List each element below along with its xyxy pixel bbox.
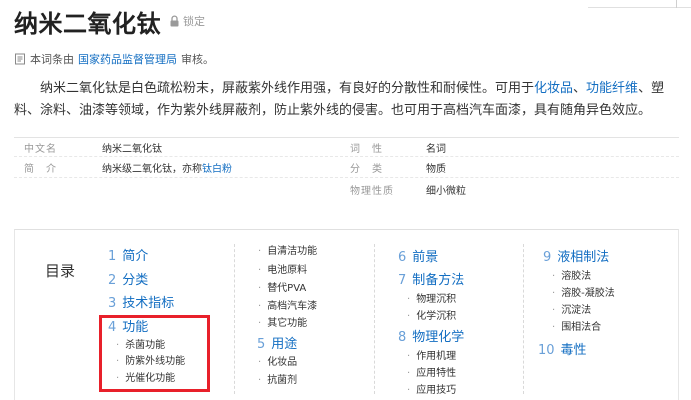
toc-sub-label: 化学沉积 bbox=[416, 311, 457, 322]
toc-sub-label: 溶胶法 bbox=[561, 271, 592, 282]
toc-subitem[interactable]: · 化妆品 bbox=[258, 353, 297, 368]
toc-subitem[interactable]: · 高档汽车漆 bbox=[258, 297, 317, 312]
info-row-physical-property: 物理性质 细小微粒 bbox=[340, 179, 466, 199]
toc-subitem[interactable]: · 化学沉积 bbox=[407, 307, 456, 322]
toc-subitem[interactable]: · 围相法合 bbox=[552, 318, 601, 333]
toc-num: 2 bbox=[108, 273, 117, 288]
summary-link-cosmetics[interactable]: 化妆品 bbox=[534, 81, 573, 96]
toc-sub-label: 高档汽车漆 bbox=[267, 301, 318, 312]
lemma-summary: 纳米二氧化钛是白色疏松粉末，屏蔽紫外线作用强，有良好的分散性和耐候性。可用于化妆… bbox=[14, 78, 679, 122]
toc-num: 3 bbox=[108, 296, 117, 311]
top-divider-tick bbox=[676, 0, 677, 8]
summary-sep: 、 bbox=[573, 81, 587, 96]
toc-subitem[interactable]: · 抗菌剂 bbox=[258, 371, 297, 386]
toc-sub-label: 应用技巧 bbox=[416, 385, 457, 396]
toc-num: 10 bbox=[538, 343, 555, 358]
basic-info-table: 中文名 纳米二氧化钛 简 介 纳米级二氧化钛，亦称 钛白粉 词 性 名词 分 类… bbox=[14, 137, 679, 197]
toc-num: 8 bbox=[398, 330, 407, 345]
toc-subitem[interactable]: · 溶胶-凝胶法 bbox=[552, 284, 615, 299]
toc-sub-label: 替代PVA bbox=[267, 283, 307, 294]
review-notice: 本词条由 国家药品监督管理局 审核。 bbox=[14, 51, 214, 67]
info-name: 词 性 bbox=[350, 143, 383, 155]
toc-label: 制备方法 bbox=[412, 273, 465, 288]
info-row-chinese-name: 中文名 纳米二氧化钛 bbox=[14, 137, 162, 157]
toc-sub-label: 沉淀法 bbox=[561, 305, 592, 316]
toc-item-10[interactable]: 10 毒性 bbox=[538, 339, 587, 358]
info-name: 物理性质 bbox=[350, 185, 394, 197]
toc-label: 前景 bbox=[412, 250, 439, 265]
info-name: 简 介 bbox=[24, 163, 57, 175]
toc-sub-label: 其它功能 bbox=[267, 318, 308, 329]
info-row-intro: 简 介 纳米级二氧化钛，亦称 钛白粉 bbox=[14, 157, 232, 177]
info-value: 纳米二氧化钛 bbox=[102, 143, 162, 155]
toc-item-7[interactable]: 7 制备方法 bbox=[398, 269, 464, 288]
review-prefix: 本词条由 bbox=[30, 53, 74, 66]
info-value: 名词 bbox=[426, 143, 446, 155]
toc-subitem[interactable]: · 应用特性 bbox=[407, 364, 456, 379]
info-row-part-of-speech: 词 性 名词 bbox=[340, 137, 446, 157]
toc-sub-label: 电池原料 bbox=[267, 265, 308, 276]
toc-sub-label: 围相法合 bbox=[561, 322, 602, 333]
info-value: 物质 bbox=[426, 163, 446, 175]
lock-icon bbox=[169, 15, 180, 27]
toc-label: 技术指标 bbox=[122, 296, 175, 311]
toc-num: 6 bbox=[398, 250, 407, 265]
toc-sub-label: 应用特性 bbox=[416, 368, 457, 379]
toc-label: 用途 bbox=[271, 337, 298, 352]
toc-num: 7 bbox=[398, 273, 407, 288]
toc-column-divider bbox=[374, 244, 375, 394]
toc-label: 简介 bbox=[122, 249, 149, 264]
toc-label: 液相制法 bbox=[557, 250, 610, 265]
review-agency-link[interactable]: 国家药品监督管理局 bbox=[78, 51, 177, 67]
page-title: 纳米二氧化钛 bbox=[14, 9, 161, 38]
toc-num: 1 bbox=[108, 249, 117, 264]
toc-subitem[interactable]: · 作用机理 bbox=[407, 347, 456, 362]
toc-item-2[interactable]: 2 分类 bbox=[108, 269, 148, 288]
toc-num: 9 bbox=[543, 250, 552, 265]
document-icon bbox=[14, 53, 26, 65]
info-value-link[interactable]: 钛白粉 bbox=[202, 160, 232, 175]
lock-status[interactable]: 锁定 bbox=[169, 13, 205, 29]
toc-subitem[interactable]: · 溶胶法 bbox=[552, 267, 591, 282]
toc-item-9[interactable]: 9 液相制法 bbox=[543, 246, 609, 265]
toc-label: 物理化学 bbox=[412, 330, 465, 345]
toc-sub-label: 化妆品 bbox=[267, 357, 298, 368]
info-name: 中文名 bbox=[24, 143, 57, 155]
toc-column-divider bbox=[523, 244, 524, 394]
toc-subitem[interactable]: · 应用技巧 bbox=[407, 381, 456, 396]
toc-subitem[interactable]: · 电池原料 bbox=[258, 261, 307, 276]
highlight-annotation-box bbox=[99, 315, 210, 392]
review-suffix: 审核。 bbox=[181, 53, 214, 66]
toc-item-5[interactable]: 5 用途 bbox=[257, 333, 297, 352]
lock-label: 锁定 bbox=[183, 15, 205, 28]
info-value: 纳米级二氧化钛，亦称 bbox=[102, 163, 202, 175]
info-divider bbox=[14, 177, 679, 178]
toc-subitem[interactable]: · 物理沉积 bbox=[407, 290, 456, 305]
toc-subitem[interactable]: · 其它功能 bbox=[258, 314, 307, 329]
toc-label: 分类 bbox=[122, 273, 149, 288]
info-value: 细小微粒 bbox=[426, 185, 466, 197]
info-name: 分 类 bbox=[350, 163, 383, 175]
toc-num: 5 bbox=[257, 337, 266, 352]
toc-sub-label: 自清洁功能 bbox=[267, 246, 318, 257]
summary-text-1: 纳米二氧化钛是白色疏松粉末，屏蔽紫外线作用强，有良好的分散性和耐候性。可用于 bbox=[40, 81, 535, 96]
toc-column-divider bbox=[234, 244, 235, 394]
toc-sub-label: 抗菌剂 bbox=[267, 375, 298, 386]
toc-title: 目录 bbox=[45, 262, 76, 280]
toc-sub-label: 作用机理 bbox=[416, 351, 457, 362]
toc-sub-label: 物理沉积 bbox=[416, 294, 457, 305]
toc-subitem[interactable]: · 替代PVA bbox=[258, 279, 306, 294]
toc-subitem[interactable]: · 自清洁功能 bbox=[258, 242, 317, 257]
toc-item-3[interactable]: 3 技术指标 bbox=[108, 292, 174, 311]
summary-link-fiber[interactable]: 功能纤维 bbox=[586, 81, 638, 96]
title-row: 纳米二氧化钛 锁定 bbox=[14, 4, 205, 38]
info-divider bbox=[14, 156, 679, 157]
toc-item-6[interactable]: 6 前景 bbox=[398, 246, 438, 265]
toc-label: 毒性 bbox=[560, 343, 587, 358]
toc-item-8[interactable]: 8 物理化学 bbox=[398, 326, 464, 345]
toc-subitem[interactable]: · 沉淀法 bbox=[552, 301, 591, 316]
toc-sub-label: 溶胶-凝胶法 bbox=[561, 288, 615, 299]
info-row-category: 分 类 物质 bbox=[340, 157, 446, 177]
toc-item-1[interactable]: 1 简介 bbox=[108, 245, 148, 264]
